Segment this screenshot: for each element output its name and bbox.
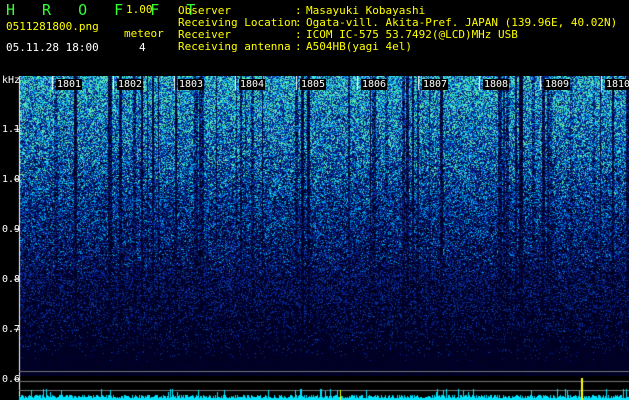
y-tick-0.6: 0.6: [2, 374, 21, 385]
time-label-1805: 1805: [300, 79, 327, 90]
time-label-1803: 1803: [178, 79, 205, 90]
meteor-count: 4: [139, 41, 146, 54]
y-tick-0.8: 0.8: [2, 274, 21, 285]
antenna-value: A504HB(yagi 4el): [306, 40, 412, 53]
header-panel: H R O F F T 1.00 0511281800.png meteor 0…: [0, 0, 629, 76]
time-label-1808: 1808: [483, 79, 510, 90]
spectrogram-canvas: [0, 76, 629, 400]
y-tick-0.9: 0.9: [2, 224, 21, 235]
time-label-1809: 1809: [544, 79, 571, 90]
time-label-1807: 1807: [422, 79, 449, 90]
time-label-1804: 1804: [239, 79, 266, 90]
antenna-colon: :: [295, 40, 302, 53]
y-axis-unit: kHz: [2, 75, 21, 86]
time-label-1806: 1806: [361, 79, 388, 90]
app-version: 1.00: [126, 3, 153, 16]
filename: 0511281800.png: [6, 20, 99, 33]
datetime: 05.11.28 18:00: [6, 41, 99, 54]
y-tick-1.0: 1.0: [2, 174, 21, 185]
time-label-1802: 1802: [117, 79, 144, 90]
antenna-label: Receiving antenna: [178, 40, 291, 53]
y-tick-0.7: 0.7: [2, 324, 21, 335]
time-label-1801: 1801: [56, 79, 83, 90]
time-label-1810: 1810: [605, 79, 629, 90]
y-tick-1.1: 1.1: [2, 124, 21, 135]
meteor-label: meteor: [124, 27, 164, 40]
app-logo: H R O F F T: [6, 1, 205, 19]
